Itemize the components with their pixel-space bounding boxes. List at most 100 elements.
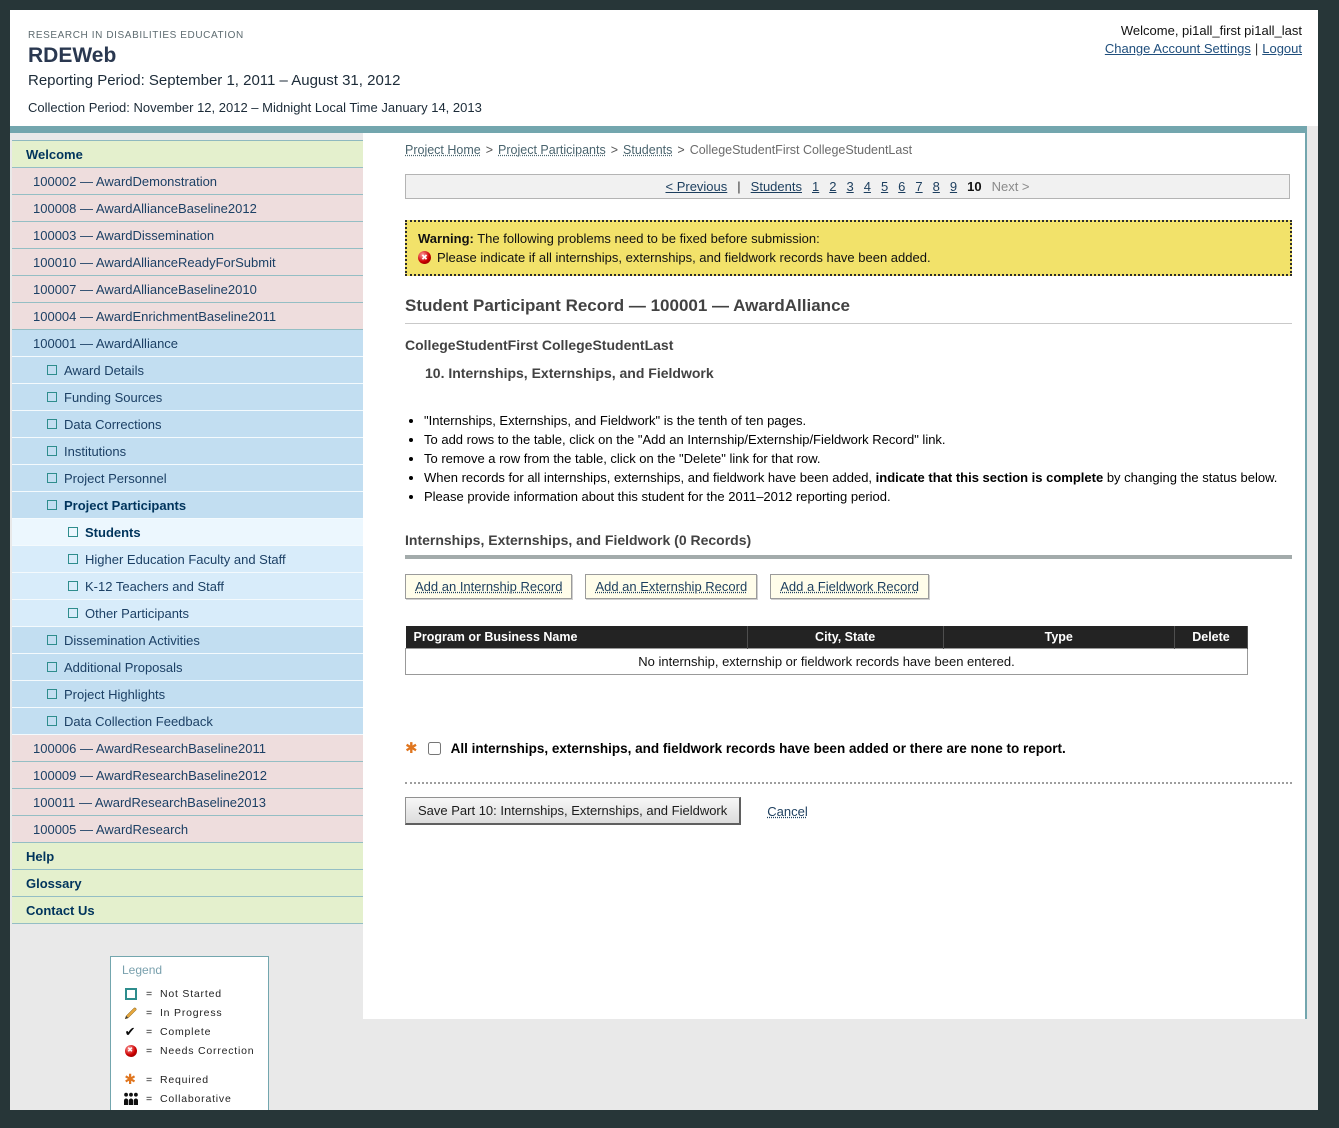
- column-header-0: Program or Business Name: [406, 626, 748, 649]
- change-account-settings-link[interactable]: Change Account Settings: [1105, 41, 1251, 56]
- previous-page-link[interactable]: < Previous: [665, 179, 727, 194]
- sidebar-item-project-participants[interactable]: Project Participants: [12, 492, 363, 519]
- collection-period: Collection Period: November 12, 2012 – M…: [28, 100, 482, 115]
- brand: RESEARCH IN DISABILITIES EDUCATION RDEWe…: [28, 30, 482, 115]
- sidebar-item-award-100007[interactable]: 100007 — AwardAllianceBaseline2010: [12, 276, 363, 303]
- sidebar-item-label: 100004 — AwardEnrichmentBaseline2011: [33, 309, 276, 324]
- sidebar-item-award-details[interactable]: Award Details: [12, 357, 363, 384]
- legend-item: =Not Started: [122, 984, 263, 1003]
- warning-intro: The following problems need to be fixed …: [474, 231, 820, 246]
- sidebar-item-help[interactable]: Help: [12, 843, 363, 870]
- app-title: RDEWeb: [28, 44, 482, 68]
- sidebar-item-funding-sources[interactable]: Funding Sources: [12, 384, 363, 411]
- breadcrumb-item[interactable]: Students: [623, 143, 672, 157]
- sidebar-item-contact-us[interactable]: Contact Us: [12, 897, 363, 924]
- not-started-icon: [68, 554, 78, 564]
- page-link-1[interactable]: 1: [812, 179, 819, 194]
- not-started-icon: [47, 716, 57, 726]
- page-link-4[interactable]: 4: [864, 179, 871, 194]
- sidebar-item-label: 100011 — AwardResearchBaseline2013: [33, 795, 266, 810]
- instruction-text: To remove a row from the table, click on…: [424, 451, 821, 466]
- student-name: CollegeStudentFirst CollegeStudentLast: [405, 337, 1290, 353]
- save-button[interactable]: Save Part 10: Internships, Externships, …: [405, 797, 741, 825]
- students-link[interactable]: Students: [751, 179, 802, 194]
- cancel-link[interactable]: Cancel: [767, 804, 807, 819]
- section-heading: Internships, Externships, and Fieldwork …: [405, 532, 1290, 548]
- sidebar-item-additional-proposals[interactable]: Additional Proposals: [12, 654, 363, 681]
- header: RESEARCH IN DISABILITIES EDUCATION RDEWe…: [10, 10, 1318, 126]
- sidebar-item-label: 100008 — AwardAllianceBaseline2012: [33, 201, 257, 216]
- actions-row: Save Part 10: Internships, Externships, …: [405, 797, 1290, 825]
- sidebar-item-label: Dissemination Activities: [64, 633, 200, 648]
- page-link-8[interactable]: 8: [933, 179, 940, 194]
- page-link-5[interactable]: 5: [881, 179, 888, 194]
- page-link-3[interactable]: 3: [846, 179, 853, 194]
- sidebar-item-higher-education-faculty-and-staff[interactable]: Higher Education Faculty and Staff: [12, 546, 363, 573]
- not-started-icon: [47, 419, 57, 429]
- not-started-icon: [47, 392, 57, 402]
- sidebar-item-award-100004[interactable]: 100004 — AwardEnrichmentBaseline2011: [12, 303, 363, 330]
- sidebar-item-k12-teachers-and-staff[interactable]: K-12 Teachers and Staff: [12, 573, 363, 600]
- breadcrumb-separator: >: [486, 143, 493, 157]
- sidebar-item-award-100011[interactable]: 100011 — AwardResearchBaseline2013: [12, 789, 363, 816]
- breadcrumb-item[interactable]: Project Participants: [498, 143, 606, 157]
- sidebar-item-award-100003[interactable]: 100003 — AwardDissemination: [12, 222, 363, 249]
- page-link-2[interactable]: 2: [829, 179, 836, 194]
- legend-item-label: Required: [160, 1074, 209, 1086]
- add-externship-record-button[interactable]: Add an Externship Record: [585, 574, 757, 599]
- legend-item-label: Collaborative: [160, 1093, 232, 1105]
- all-records-added-checkbox[interactable]: [428, 742, 441, 755]
- sidebar-item-award-100006[interactable]: 100006 — AwardResearchBaseline2011: [12, 735, 363, 762]
- sidebar-item-label: 100001 — AwardAlliance: [33, 336, 178, 351]
- empty-message: No internship, externship or fieldwork r…: [406, 649, 1248, 675]
- page-link-9[interactable]: 9: [950, 179, 957, 194]
- sidebar-item-award-100008[interactable]: 100008 — AwardAllianceBaseline2012: [12, 195, 363, 222]
- sidebar-item-award-100002[interactable]: 100002 — AwardDemonstration: [12, 168, 363, 195]
- add-internship-record-button[interactable]: Add an Internship Record: [405, 574, 572, 599]
- needs-correction-icon: ✖: [418, 251, 431, 264]
- sidebar-item-data-corrections[interactable]: Data Corrections: [12, 411, 363, 438]
- legend-title: Legend: [122, 963, 263, 977]
- page-link-7[interactable]: 7: [915, 179, 922, 194]
- warning-item-text: Please indicate if all internships, exte…: [437, 250, 931, 265]
- not-started-icon: [122, 988, 139, 1000]
- logout-link[interactable]: Logout: [1262, 41, 1302, 56]
- sidebar-item-students[interactable]: Students: [12, 519, 363, 546]
- sidebar-item-label: Project Highlights: [64, 687, 165, 702]
- instruction-text: by changing the status below.: [1103, 470, 1277, 485]
- sidebar-item-award-100010[interactable]: 100010 — AwardAllianceReadyForSubmit: [12, 249, 363, 276]
- sidebar-item-award-100009[interactable]: 100009 — AwardResearchBaseline2012: [12, 762, 363, 789]
- sidebar-item-label: Contact Us: [26, 903, 95, 918]
- sidebar-item-label: K-12 Teachers and Staff: [85, 579, 224, 594]
- sidebar-item-label: 100009 — AwardResearchBaseline2012: [33, 768, 267, 783]
- sidebar-item-other-participants[interactable]: Other Participants: [12, 600, 363, 627]
- sidebar-item-project-personnel[interactable]: Project Personnel: [12, 465, 363, 492]
- breadcrumb-item[interactable]: Project Home: [405, 143, 481, 157]
- add-record-buttons: Add an Internship Record Add an Externshi…: [405, 574, 1290, 599]
- sidebar: Welcome100002 — AwardDemonstration 100008…: [10, 133, 363, 1110]
- sidebar-item-glossary[interactable]: Glossary: [12, 870, 363, 897]
- sidebar-item-welcome[interactable]: Welcome: [12, 141, 363, 168]
- required-icon: ✱: [122, 1071, 139, 1088]
- pagination-separator: |: [737, 179, 740, 194]
- not-started-icon: [47, 635, 57, 645]
- sidebar-item-institutions[interactable]: Institutions: [12, 438, 363, 465]
- warning-label: Warning:: [418, 231, 474, 246]
- divider: [405, 782, 1292, 784]
- add-fieldwork-record-button[interactable]: Add a Fieldwork Record: [770, 574, 929, 599]
- org-name: RESEARCH IN DISABILITIES EDUCATION: [28, 30, 482, 41]
- sidebar-item-dissemination-activities[interactable]: Dissemination Activities: [12, 627, 363, 654]
- sidebar-item-label: Award Details: [64, 363, 144, 378]
- sidebar-item-project-highlights[interactable]: Project Highlights: [12, 681, 363, 708]
- sidebar-item-award-100005[interactable]: 100005 — AwardResearch: [12, 816, 363, 843]
- records-table-empty-row: No internship, externship or fieldwork r…: [406, 649, 1248, 675]
- sidebar-item-award-100001[interactable]: 100001 — AwardAlliance: [12, 330, 363, 357]
- records-table-header-row: Program or Business NameCity, StateTypeD…: [406, 626, 1248, 649]
- warning-box: Warning: The following problems need to …: [405, 220, 1292, 276]
- page-link-6[interactable]: 6: [898, 179, 905, 194]
- sidebar-item-data-collection-feedback[interactable]: Data Collection Feedback: [12, 708, 363, 735]
- page-title: Student Participant Record — 100001 — Aw…: [405, 296, 1292, 324]
- needs-correction-icon: ✖: [122, 1045, 139, 1057]
- required-icon: ✱: [405, 739, 418, 757]
- instruction-text: When records for all internships, extern…: [424, 470, 876, 485]
